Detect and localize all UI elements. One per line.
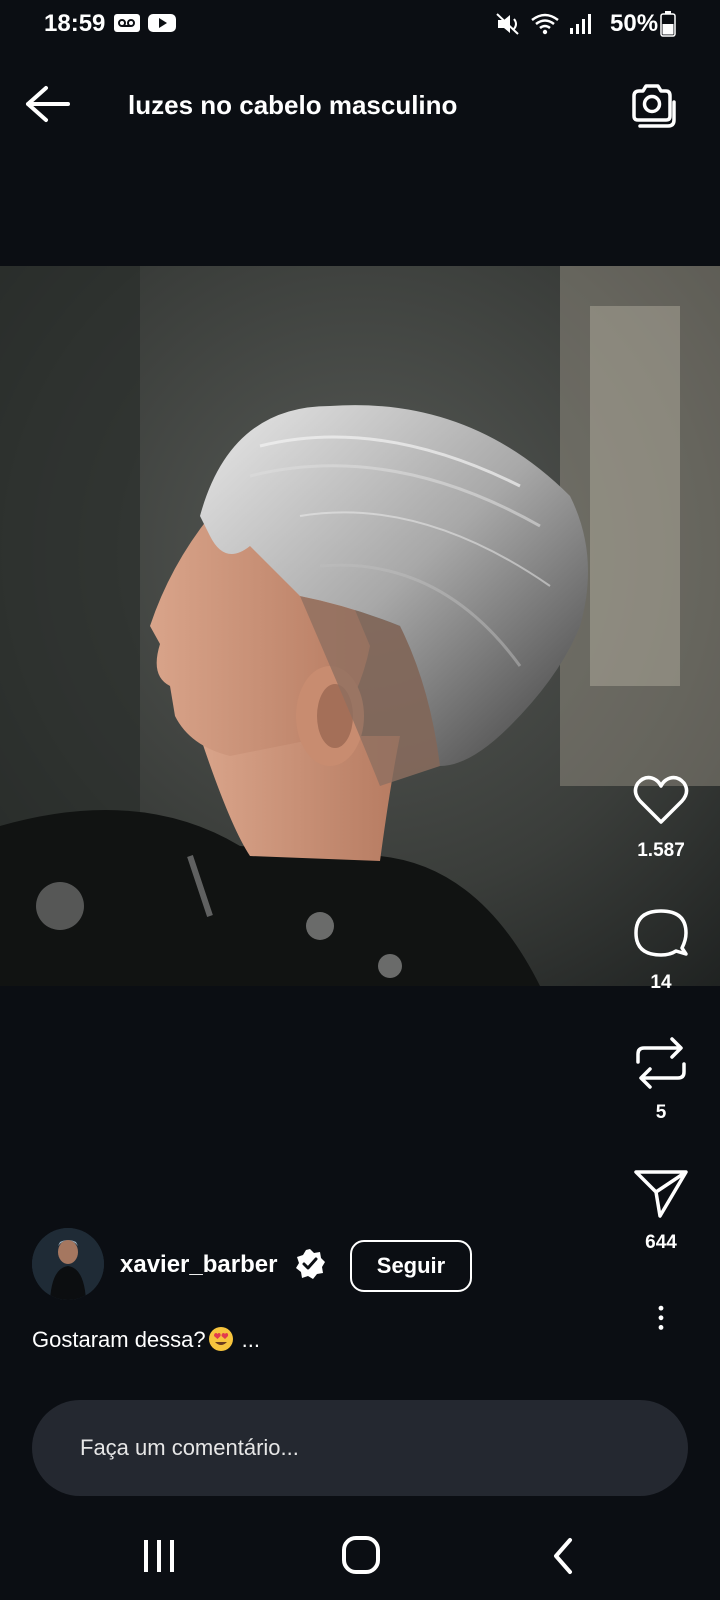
follow-button[interactable]: Seguir [350,1240,472,1292]
wifi-icon [530,12,560,41]
comment-input[interactable]: Faça um comentário... [32,1400,688,1496]
youtube-icon [148,12,176,39]
post-photo[interactable] [0,266,720,986]
camera-button[interactable] [626,80,678,132]
system-back-button[interactable] [540,1534,590,1578]
caption-text: Gostaram dessa? [32,1327,206,1352]
send-icon [634,1170,688,1218]
repost-icon [636,1037,686,1089]
home-button[interactable] [336,1534,386,1578]
back-button[interactable] [22,80,74,128]
post-caption[interactable]: Gostaram dessa?... [32,1326,260,1353]
heart-icon [633,775,689,824]
comment-action[interactable]: 14 [626,904,696,994]
more-options-button[interactable] [626,1304,696,1344]
comment-count: 14 [650,972,672,993]
like-action[interactable]: 1.587 [626,772,696,862]
like-count: 1.587 [637,840,685,861]
chevron-left-icon [554,1538,572,1574]
system-nav-bar [0,1510,720,1600]
battery-icon [660,11,676,42]
mute-icon [496,12,522,41]
caption-more[interactable]: ... [242,1327,260,1352]
home-icon [342,1536,380,1574]
camera-icon [632,84,676,128]
avatar[interactable] [32,1228,104,1300]
recent-apps-button[interactable] [134,1534,184,1578]
status-bar: 18:59 50% [0,0,720,48]
repost-count: 5 [655,1102,667,1123]
recent-apps-icon [144,1540,174,1572]
signal-icon [568,12,592,41]
share-count: 644 [645,1232,677,1253]
more-vertical-icon [658,1305,664,1330]
top-header: luzes no cabelo masculino [0,62,720,146]
comment-bubble-icon [634,909,688,957]
verified-badge-icon [294,1248,326,1280]
username[interactable]: xavier_barber [120,1251,277,1279]
status-time: 18:59 [44,10,106,37]
voicemail-icon [114,12,140,39]
page-title: luzes no cabelo masculino [128,90,458,120]
share-action[interactable]: 644 [626,1164,696,1254]
repost-action[interactable]: 5 [626,1034,696,1124]
battery-percent: 50% [610,10,659,37]
arrow-left-icon [26,86,70,122]
comment-placeholder: Faça um comentário... [80,1435,299,1460]
heart-eyes-emoji-icon [208,1326,234,1352]
